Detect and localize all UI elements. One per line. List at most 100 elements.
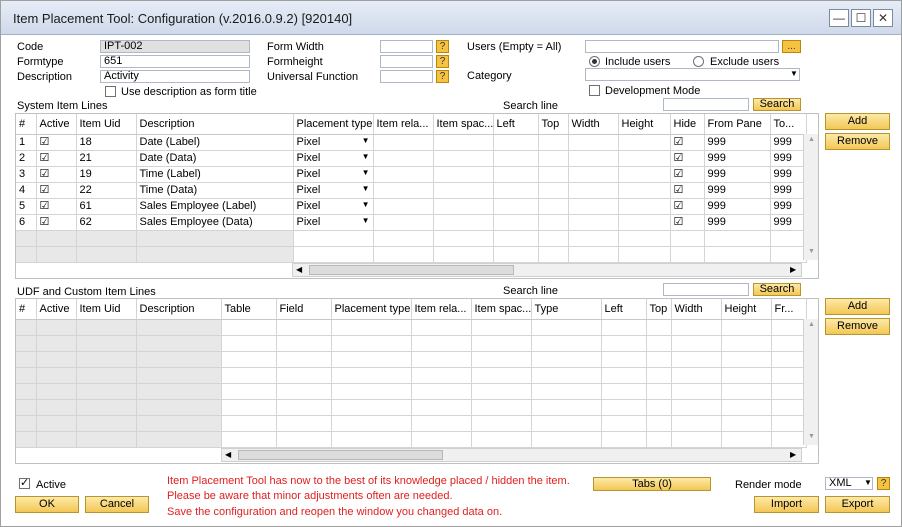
cell[interactable] <box>538 182 569 199</box>
to-pane-cell[interactable]: 999 <box>770 198 807 215</box>
placement-type-cell[interactable]: Pixel ▼ <box>293 182 374 199</box>
active-checkbox[interactable]: ☑ <box>36 150 77 167</box>
maximize-icon[interactable]: ☐ <box>851 9 871 27</box>
use-desc-checkbox[interactable] <box>105 86 116 97</box>
empty-row[interactable] <box>16 230 807 247</box>
empty-row[interactable] <box>16 431 807 448</box>
col-to-pane[interactable]: To... <box>770 114 807 135</box>
col-placement-type[interactable]: Placement type <box>293 114 374 135</box>
active-checkbox[interactable]: ✓ <box>19 478 30 489</box>
empty-row[interactable] <box>16 335 807 352</box>
cell[interactable] <box>538 198 569 215</box>
empty-row[interactable] <box>16 319 807 336</box>
cell[interactable] <box>568 134 619 151</box>
cell[interactable] <box>618 198 671 215</box>
col-left[interactable]: Left <box>601 299 647 320</box>
export-button[interactable]: Export <box>825 496 890 513</box>
col-type[interactable]: Type <box>531 299 602 320</box>
cell[interactable] <box>618 150 671 167</box>
universal-help-button[interactable]: ? <box>436 70 449 83</box>
form-width-help-button[interactable]: ? <box>436 40 449 53</box>
cell[interactable] <box>538 150 569 167</box>
col-number[interactable]: # <box>16 299 37 320</box>
cell[interactable] <box>433 214 494 231</box>
col-table[interactable]: Table <box>221 299 277 320</box>
col-item-uid[interactable]: Item Uid <box>76 299 137 320</box>
cell[interactable] <box>493 214 539 231</box>
col-item-spacing[interactable]: Item spac... <box>433 114 494 135</box>
to-pane-cell[interactable]: 999 <box>770 150 807 167</box>
cell[interactable] <box>618 166 671 183</box>
hide-checkbox[interactable]: ☑ <box>670 166 705 183</box>
scroll-down-icon[interactable]: ▼ <box>808 433 815 440</box>
form-height-help-button[interactable]: ? <box>436 55 449 68</box>
placement-type-cell[interactable]: Pixel ▼ <box>293 166 374 183</box>
scroll-right-icon[interactable]: ▶ <box>790 265 796 274</box>
users-field[interactable] <box>585 40 779 53</box>
col-active[interactable]: Active <box>36 114 77 135</box>
active-checkbox[interactable]: ☑ <box>36 182 77 199</box>
item-uid-cell[interactable]: 21 <box>76 150 137 167</box>
from-pane-cell[interactable]: 999 <box>704 166 771 183</box>
table-row[interactable]: 5 ☑ 61 Sales Employee (Label) Pixel ▼ ☑ 9… <box>16 198 807 215</box>
placement-type-cell[interactable]: Pixel ▼ <box>293 214 374 231</box>
cell[interactable] <box>373 198 434 215</box>
empty-row[interactable] <box>16 399 807 416</box>
include-users-radio[interactable] <box>589 56 600 67</box>
col-width[interactable]: Width <box>568 114 619 135</box>
scroll-left-icon[interactable]: ◀ <box>225 450 231 459</box>
empty-row[interactable] <box>16 246 807 263</box>
scroll-up-icon[interactable]: ▲ <box>808 321 815 328</box>
cell[interactable] <box>568 214 619 231</box>
empty-row[interactable] <box>16 367 807 384</box>
item-uid-cell[interactable]: 19 <box>76 166 137 183</box>
item-uid-cell[interactable]: 62 <box>76 214 137 231</box>
description-cell[interactable]: Time (Label) <box>136 166 294 183</box>
description-cell[interactable]: Time (Data) <box>136 182 294 199</box>
cell[interactable] <box>493 150 539 167</box>
cell[interactable] <box>493 182 539 199</box>
col-height[interactable]: Height <box>618 114 671 135</box>
users-browse-button[interactable]: ... <box>782 40 801 53</box>
udf-add-button[interactable]: Add <box>825 298 890 315</box>
system-scroll-thumb[interactable] <box>309 265 514 275</box>
description-cell[interactable]: Sales Employee (Label) <box>136 198 294 215</box>
render-mode-help-button[interactable]: ? <box>877 477 890 490</box>
universal-field[interactable] <box>380 70 433 83</box>
form-width-field[interactable] <box>380 40 433 53</box>
cell[interactable] <box>373 150 434 167</box>
to-pane-cell[interactable]: 999 <box>770 134 807 151</box>
col-item-spacing[interactable]: Item spac... <box>471 299 532 320</box>
exclude-users-radio[interactable] <box>693 56 704 67</box>
col-item-relation[interactable]: Item rela... <box>411 299 472 320</box>
cell[interactable] <box>433 198 494 215</box>
code-field[interactable]: IPT-002 <box>100 40 250 53</box>
udf-vertical-scrollbar[interactable]: ▲ ▼ <box>803 319 818 445</box>
to-pane-cell[interactable]: 999 <box>770 166 807 183</box>
description-cell[interactable]: Date (Label) <box>136 134 294 151</box>
scroll-right-icon[interactable]: ▶ <box>790 450 796 459</box>
hide-checkbox[interactable]: ☑ <box>670 214 705 231</box>
import-button[interactable]: Import <box>754 496 819 513</box>
cell[interactable] <box>433 166 494 183</box>
udf-search-input[interactable] <box>663 283 749 296</box>
from-pane-cell[interactable]: 999 <box>704 134 771 151</box>
col-placement-type[interactable]: Placement type <box>331 299 412 320</box>
cell[interactable] <box>618 182 671 199</box>
scroll-left-icon[interactable]: ◀ <box>296 265 302 274</box>
table-row[interactable]: 3 ☑ 19 Time (Label) Pixel ▼ ☑ 999 999 <box>16 166 807 183</box>
cell[interactable] <box>618 214 671 231</box>
description-field[interactable]: Activity <box>100 70 250 83</box>
system-add-button[interactable]: Add <box>825 113 890 130</box>
hide-checkbox[interactable]: ☑ <box>670 198 705 215</box>
cell[interactable] <box>433 182 494 199</box>
col-from-pane[interactable]: From Pane <box>704 114 771 135</box>
col-left[interactable]: Left <box>493 114 539 135</box>
table-row[interactable]: 4 ☑ 22 Time (Data) Pixel ▼ ☑ 999 999 <box>16 182 807 199</box>
col-from-pane[interactable]: Fr... <box>771 299 807 320</box>
cell[interactable] <box>493 166 539 183</box>
active-checkbox[interactable]: ☑ <box>36 214 77 231</box>
col-hide[interactable]: Hide <box>670 114 705 135</box>
form-height-field[interactable] <box>380 55 433 68</box>
col-description[interactable]: Description <box>136 299 222 320</box>
